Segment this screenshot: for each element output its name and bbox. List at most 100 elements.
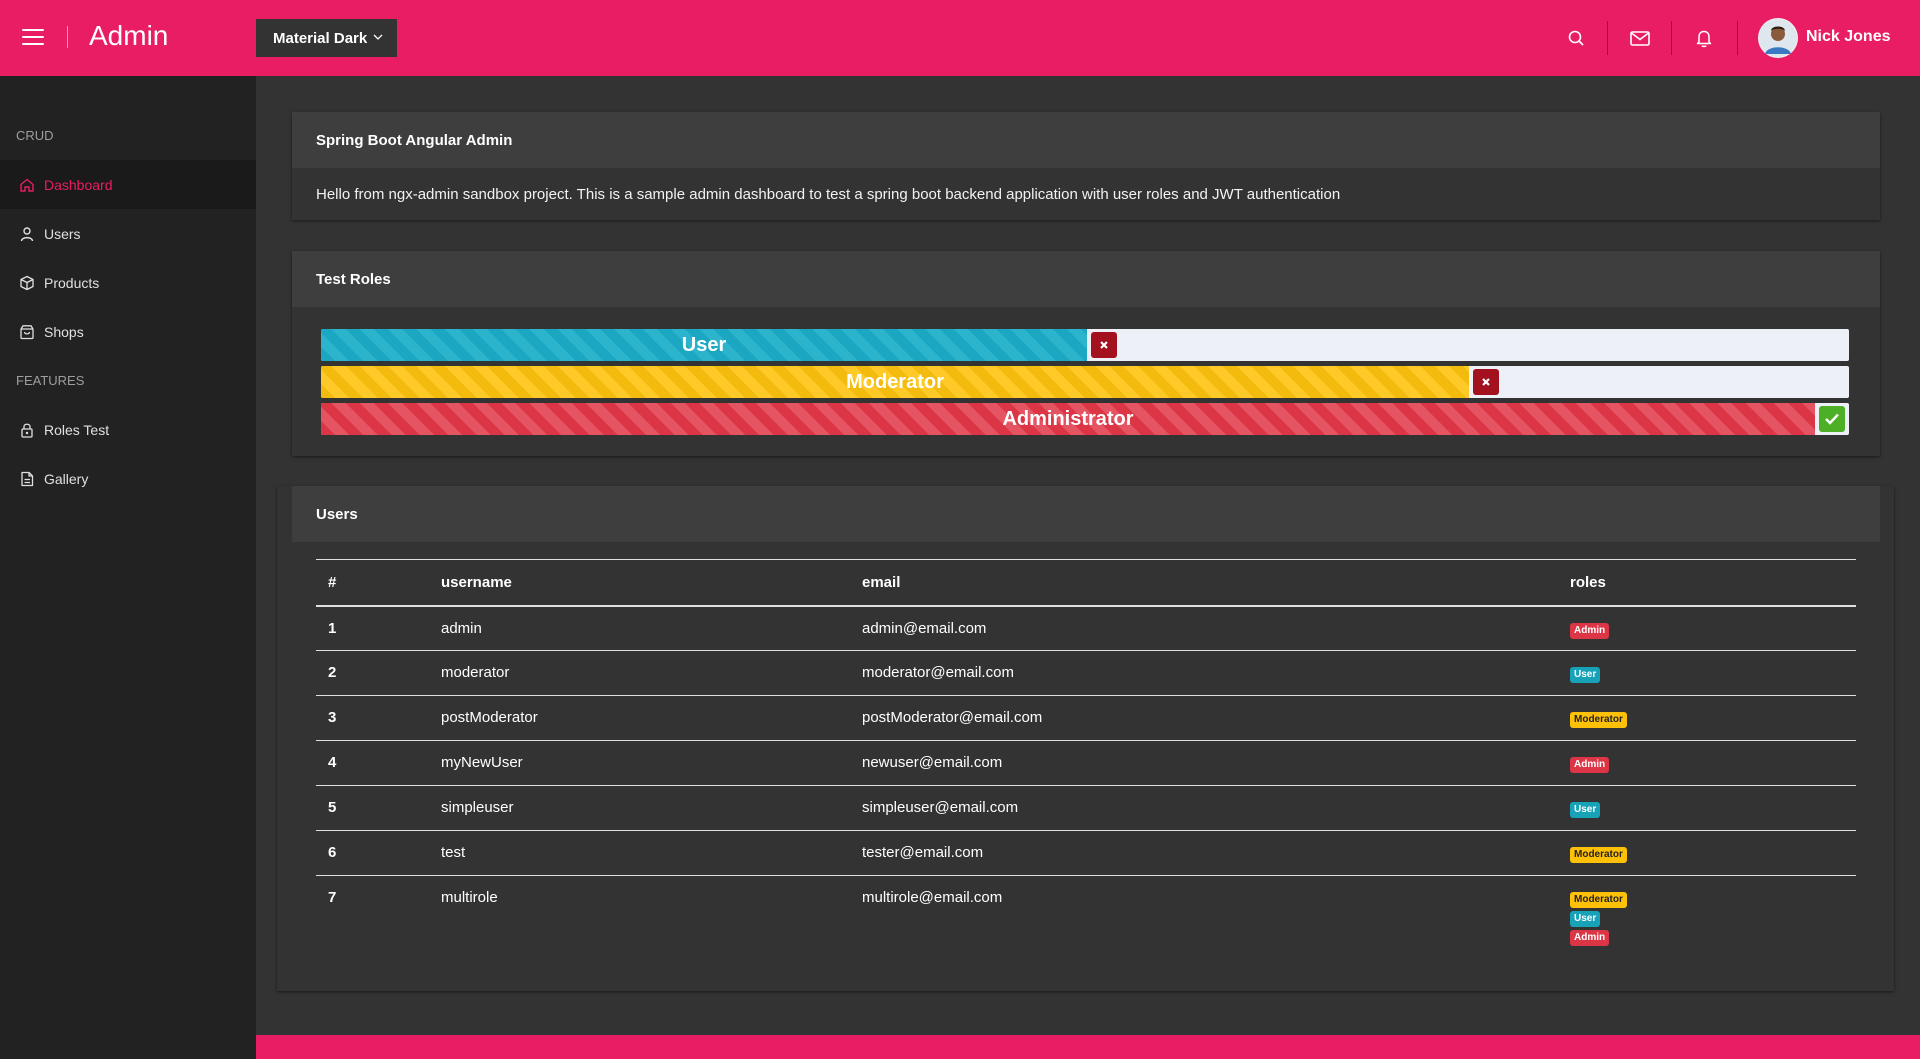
cube-icon xyxy=(20,275,34,290)
cell-username: myNewUser xyxy=(429,740,850,786)
cell-email: multirole@email.com xyxy=(862,889,1003,906)
role-bar-moderator: Moderator xyxy=(321,366,1849,398)
cell-num: 3 xyxy=(316,695,429,741)
close-icon xyxy=(1100,341,1108,349)
menu-icon[interactable] xyxy=(22,29,44,45)
cell-roles: Admin xyxy=(1558,605,1856,651)
check-icon xyxy=(1825,413,1839,425)
mail-icon[interactable] xyxy=(1629,27,1651,49)
sidebar-section-crud: CRUD xyxy=(16,128,54,143)
lock-icon xyxy=(21,423,33,438)
sidebar-section-features: FEATURES xyxy=(16,373,85,388)
roles-card-title: Test Roles xyxy=(292,251,1880,307)
table-header-row: # username email roles xyxy=(316,559,1856,607)
cell-num: 1 xyxy=(316,605,429,651)
header-divider xyxy=(1671,21,1672,55)
sidebar-item-products[interactable]: Products xyxy=(0,258,256,307)
role-bar-user: User xyxy=(321,329,1849,361)
cell-num: 7 xyxy=(328,889,337,906)
cell-email: postModerator@email.com xyxy=(850,695,1558,741)
home-icon xyxy=(20,178,34,192)
sidebar-item-label: Dashboard xyxy=(44,176,113,193)
table-row[interactable]: 7 multirole multirole@email.com Moderato… xyxy=(316,876,1856,956)
table-row[interactable]: 3 postModerator postModerator@email.com … xyxy=(316,695,1856,741)
table-row[interactable]: 1 admin admin@email.com Admin xyxy=(316,605,1856,651)
role-bar-administrator: Administrator xyxy=(321,403,1849,435)
user-name[interactable]: Nick Jones xyxy=(1806,28,1890,46)
sidebar-item-gallery[interactable]: Gallery xyxy=(0,454,256,503)
cell-roles: Moderator xyxy=(1558,695,1856,741)
column-header-username[interactable]: username xyxy=(429,559,850,607)
bell-icon[interactable] xyxy=(1693,27,1715,49)
search-icon[interactable] xyxy=(1565,27,1587,49)
header-divider xyxy=(67,26,68,48)
cell-username: postModerator xyxy=(429,695,850,741)
app-title: Admin xyxy=(89,20,169,51)
sidebar-item-label: Products xyxy=(44,274,100,291)
role-badge: User xyxy=(1570,667,1601,683)
intro-card-title: Spring Boot Angular Admin xyxy=(292,112,1880,168)
cell-roles: User xyxy=(1558,785,1856,831)
sidebar-item-roles-test[interactable]: Roles Test xyxy=(0,405,256,454)
role-bar-fill: User xyxy=(321,329,1087,361)
role-badge: Moderator xyxy=(1570,712,1627,728)
intro-card-text: Hello from ngx-admin sandbox project. Th… xyxy=(316,186,1341,203)
denied-button[interactable] xyxy=(1473,369,1499,395)
cell-username: multirole xyxy=(441,889,498,906)
role-bar-label: Moderator xyxy=(846,370,944,393)
cell-email: tester@email.com xyxy=(850,830,1558,876)
sidebar-item-label: Roles Test xyxy=(44,421,110,438)
theme-select-value: Material Dark xyxy=(273,29,368,47)
cell-roles: User xyxy=(1558,650,1856,696)
cell-email: simpleuser@email.com xyxy=(850,785,1558,831)
role-bar-label: Administrator xyxy=(1002,407,1134,430)
table-row[interactable]: 6 test tester@email.com Moderator xyxy=(316,830,1856,876)
role-bar-label: User xyxy=(681,333,727,356)
intro-card: Spring Boot Angular Admin Hello from ngx… xyxy=(292,112,1880,220)
cell-username: admin xyxy=(429,605,850,651)
role-badge: User xyxy=(1570,802,1601,818)
cell-username: test xyxy=(429,830,850,876)
cell-email: admin@email.com xyxy=(850,605,1558,651)
cell-username: simpleuser xyxy=(429,785,850,831)
avatar[interactable] xyxy=(1758,18,1798,58)
column-header-num[interactable]: # xyxy=(316,559,429,607)
sidebar-item-users[interactable]: Users xyxy=(0,209,256,258)
shopping-bag-icon xyxy=(20,324,34,339)
cell-roles: Moderator xyxy=(1558,830,1856,876)
table-row[interactable]: 4 myNewUser newuser@email.com Admin xyxy=(316,740,1856,786)
sidebar-item-label: Gallery xyxy=(44,470,89,487)
file-icon xyxy=(21,471,34,486)
cell-roles: Admin xyxy=(1558,740,1856,786)
table-row[interactable]: 2 moderator moderator@email.com User xyxy=(316,650,1856,696)
header-divider xyxy=(1737,21,1738,55)
denied-button[interactable] xyxy=(1091,332,1117,358)
role-bar-fill: Administrator xyxy=(321,403,1815,435)
sidebar-item-shops[interactable]: Shops xyxy=(0,307,256,356)
cell-username: moderator xyxy=(429,650,850,696)
cell-email: moderator@email.com xyxy=(850,650,1558,696)
column-header-roles[interactable]: roles xyxy=(1558,559,1856,607)
header-divider xyxy=(1607,21,1608,55)
theme-select[interactable]: Material Dark xyxy=(256,19,397,57)
cell-roles: Moderator User Admin xyxy=(1558,876,1856,956)
footer-bar xyxy=(256,1035,1920,1059)
sidebar-item-label: Shops xyxy=(44,323,84,340)
cell-num: 4 xyxy=(316,740,429,786)
sidebar-item-label: Users xyxy=(44,225,81,242)
role-badge: Moderator xyxy=(1570,892,1627,908)
column-header-email[interactable]: email xyxy=(850,559,1558,607)
users-card-title: Users xyxy=(292,486,1880,542)
cell-num: 6 xyxy=(316,830,429,876)
person-icon xyxy=(20,226,34,241)
role-badge: User xyxy=(1570,911,1601,927)
sidebar-item-dashboard[interactable]: Dashboard xyxy=(0,160,256,209)
granted-button[interactable] xyxy=(1819,406,1845,432)
close-icon xyxy=(1482,378,1490,386)
table-row[interactable]: 5 simpleuser simpleuser@email.com User xyxy=(316,785,1856,831)
cell-num: 5 xyxy=(316,785,429,831)
role-bar-fill: Moderator xyxy=(321,366,1469,398)
chevron-down-icon xyxy=(373,34,383,40)
role-badge: Admin xyxy=(1570,622,1610,639)
role-badge: Moderator xyxy=(1570,847,1627,863)
